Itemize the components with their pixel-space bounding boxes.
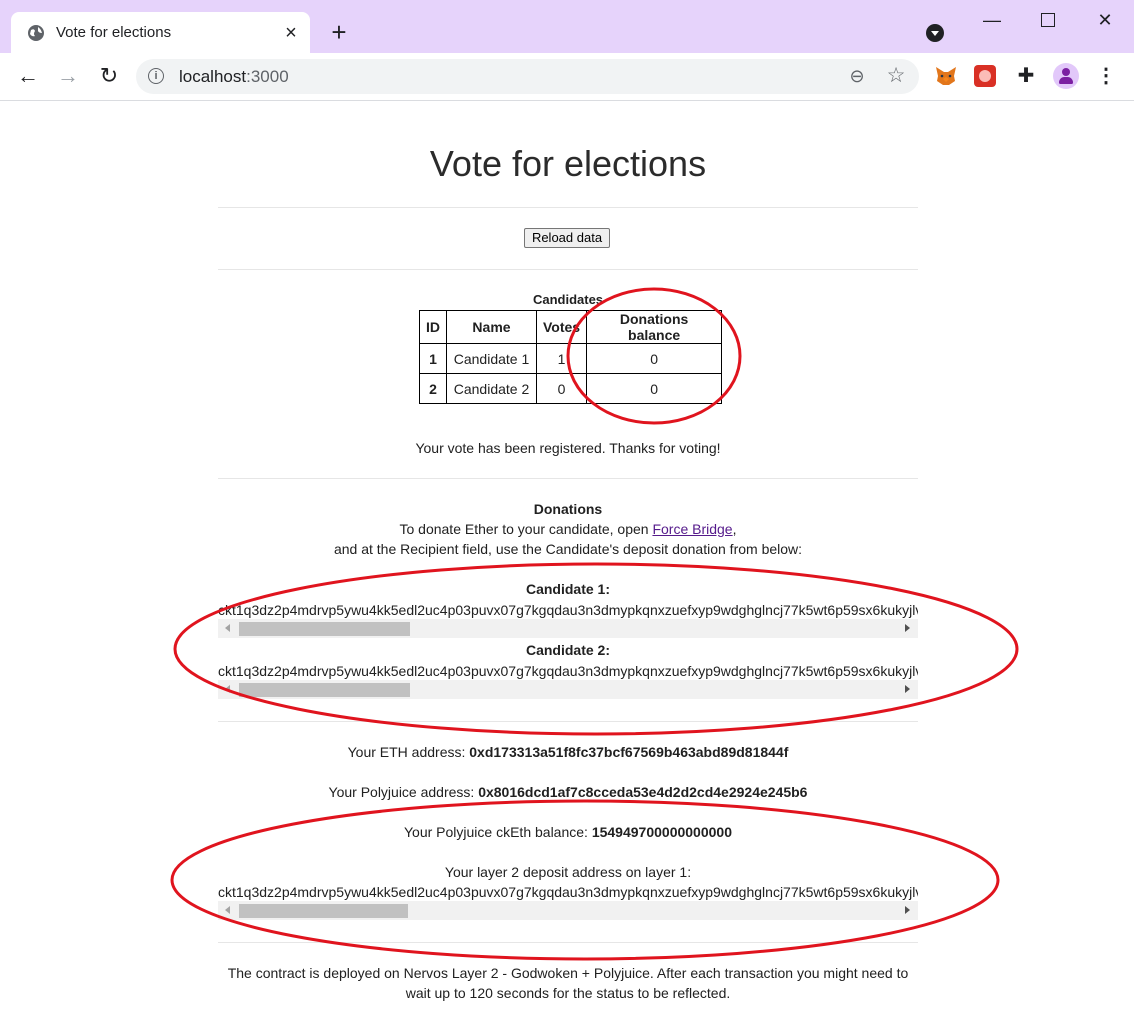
metamask-fox-icon[interactable] (934, 64, 958, 88)
page-content: Vote for elections Reload data Candidate… (0, 101, 1134, 1024)
divider (218, 942, 918, 943)
maximize-icon[interactable] (1033, 8, 1063, 32)
candidate-id: 1 (419, 343, 447, 374)
candidate-1-address-box: ckt1q3dz2p4mdrvp5ywu4kk5edl2uc4p03puvx07… (218, 600, 918, 640)
scrollbar-thumb[interactable] (239, 622, 410, 636)
horizontal-scrollbar[interactable] (218, 901, 918, 920)
candidates-caption: Candidates (532, 292, 604, 307)
donations-instructions-2: and at the Recipient field, use the Cand… (333, 541, 803, 557)
tab-search-icon[interactable] (926, 24, 944, 42)
page-title: Vote for elections (429, 143, 707, 184)
column-header-name: Name (446, 310, 537, 344)
candidate-name: Candidate 2 (446, 373, 537, 404)
browser-titlebar: Vote for elections × + — ✕ (0, 0, 1134, 54)
table-header-row: ID Name Votes Donations balance (419, 310, 723, 344)
red-extension-icon[interactable] (974, 65, 996, 87)
avatar-icon[interactable] (1053, 63, 1079, 89)
column-header-donations: Donations balance (586, 310, 723, 344)
candidate-donations: 0 (586, 343, 723, 374)
divider (218, 721, 918, 722)
candidate-votes: 0 (535, 373, 588, 404)
address-bar[interactable]: i localhost:3000 ⊖ ☆ (136, 59, 919, 94)
deposit-address-box: ckt1q3dz2p4mdrvp5ywu4kk5edl2uc4p03puvx07… (218, 882, 918, 922)
footer-note: The contract is deployed on Nervos Layer… (227, 965, 909, 1001)
scroll-right-icon[interactable] (905, 624, 910, 632)
close-icon[interactable]: × (281, 21, 301, 45)
info-icon[interactable]: i (148, 68, 164, 84)
reload-data-button[interactable]: Reload data (524, 228, 610, 248)
puzzle-icon[interactable]: ✚ (1014, 64, 1038, 88)
scroll-right-icon[interactable] (905, 685, 910, 693)
vote-message: Your vote has been registered. Thanks fo… (415, 440, 721, 456)
scroll-right-icon[interactable] (905, 906, 910, 914)
scroll-left-icon[interactable] (225, 906, 230, 914)
window-close-icon[interactable]: ✕ (1090, 8, 1120, 32)
candidate-id: 2 (419, 373, 447, 404)
candidate-2-address: ckt1q3dz2p4mdrvp5ywu4kk5edl2uc4p03puvx07… (218, 663, 918, 679)
candidates-table: ID Name Votes Donations balance 1 Candid… (419, 310, 723, 404)
scroll-left-icon[interactable] (225, 624, 230, 632)
scrollbar-thumb[interactable] (239, 683, 410, 697)
star-icon[interactable]: ☆ (885, 65, 907, 87)
url-text: localhost:3000 (179, 67, 289, 86)
browser-toolbar: ← → ↻ i localhost:3000 ⊖ ☆ ✚ ⋮ (0, 53, 1134, 101)
minimize-icon[interactable]: — (977, 8, 1007, 32)
scroll-left-icon[interactable] (225, 685, 230, 693)
globe-icon (28, 25, 44, 41)
table-row: 2 Candidate 2 0 0 (419, 373, 723, 404)
polyjuice-address: Your Polyjuice address: 0x8016dcd1af7c8c… (328, 784, 808, 800)
force-bridge-link[interactable]: Force Bridge (652, 521, 732, 537)
tab-title: Vote for elections (56, 24, 172, 41)
horizontal-scrollbar[interactable] (218, 680, 918, 699)
column-header-id: ID (419, 310, 447, 344)
candidate-votes: 1 (535, 343, 588, 374)
zoom-out-icon[interactable]: ⊖ (847, 66, 867, 86)
candidate-1-address: ckt1q3dz2p4mdrvp5ywu4kk5edl2uc4p03puvx07… (218, 602, 918, 618)
candidate-name: Candidate 1 (446, 343, 537, 374)
eth-address: Your ETH address: 0xd173313a51f8fc37bcf6… (347, 744, 789, 760)
divider (218, 207, 918, 208)
divider (218, 269, 918, 270)
donations-title: Donations (533, 501, 603, 517)
browser-tab[interactable]: Vote for elections × (11, 12, 310, 54)
table-row: 1 Candidate 1 1 0 (419, 343, 723, 374)
kebab-menu-icon[interactable]: ⋮ (1096, 64, 1116, 88)
horizontal-scrollbar[interactable] (218, 619, 918, 638)
scrollbar-thumb[interactable] (239, 904, 408, 918)
deposit-address: ckt1q3dz2p4mdrvp5ywu4kk5edl2uc4p03puvx07… (218, 884, 918, 900)
candidate-donations: 0 (586, 373, 723, 404)
donations-instructions: To donate Ether to your candidate, open … (399, 521, 737, 537)
candidate-1-label: Candidate 1: (525, 581, 610, 597)
candidate-2-address-box: ckt1q3dz2p4mdrvp5ywu4kk5edl2uc4p03puvx07… (218, 661, 918, 701)
column-header-votes: Votes (535, 310, 588, 344)
reload-icon[interactable]: ↻ (95, 62, 123, 90)
cketh-balance: Your Polyjuice ckEth balance: 1549497000… (404, 824, 732, 840)
candidate-2-label: Candidate 2: (525, 642, 610, 658)
back-arrow-icon[interactable]: ← (14, 62, 42, 90)
deposit-address-label: Your layer 2 deposit address on layer 1: (444, 864, 692, 880)
forward-arrow-icon[interactable]: → (54, 62, 82, 90)
divider (218, 478, 918, 479)
plus-icon[interactable]: + (326, 19, 352, 45)
